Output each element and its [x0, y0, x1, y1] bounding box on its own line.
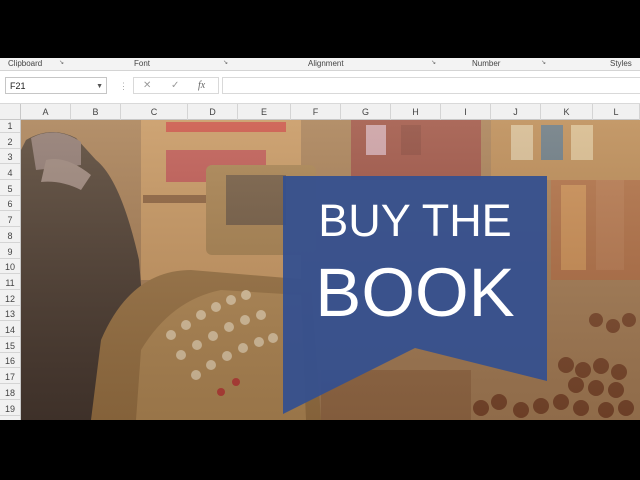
column-header-b[interactable]: B: [71, 104, 121, 120]
column-header-e[interactable]: E: [238, 104, 291, 120]
row-header[interactable]: 16: [0, 355, 20, 368]
row-header[interactable]: 12: [0, 293, 20, 306]
column-header-k[interactable]: K: [541, 104, 593, 120]
row-header[interactable]: 3: [0, 151, 20, 164]
chevron-down-icon[interactable]: ▼: [96, 78, 103, 95]
dialog-launcher-icon[interactable]: ↘: [58, 60, 65, 67]
row-header[interactable]: 7: [0, 214, 20, 227]
row-header[interactable]: 5: [0, 183, 20, 196]
column-header-l[interactable]: L: [593, 104, 640, 120]
column-headers: A B C D E F G H I J K L: [0, 103, 640, 120]
column-header-g[interactable]: G: [341, 104, 391, 120]
column-header-i[interactable]: I: [441, 104, 491, 120]
inserted-picture[interactable]: BUY THE BOOK: [21, 120, 640, 420]
row-header[interactable]: 18: [0, 387, 20, 400]
ribbon-group-clipboard: Clipboard: [8, 59, 43, 68]
row-header[interactable]: 2: [0, 136, 20, 149]
row-header[interactable]: 4: [0, 167, 20, 180]
dialog-launcher-icon[interactable]: ↘: [222, 60, 229, 67]
dialog-launcher-icon[interactable]: ↘: [430, 60, 437, 67]
formula-bar: F21 ▼ ⋮ ✕ ✓ fx: [0, 71, 640, 101]
dialog-launcher-icon[interactable]: ↘: [540, 60, 547, 67]
row-header[interactable]: 19: [0, 403, 20, 416]
row-header[interactable]: 11: [0, 277, 20, 290]
row-header[interactable]: 17: [0, 371, 20, 384]
insert-function-icon[interactable]: fx: [198, 78, 205, 93]
row-header[interactable]: 6: [0, 198, 20, 211]
name-box[interactable]: F21 ▼: [5, 77, 107, 94]
row-header[interactable]: 10: [0, 261, 20, 274]
column-header-h[interactable]: H: [391, 104, 441, 120]
formula-buttons: ✕ ✓ fx: [133, 77, 219, 94]
column-header-j[interactable]: J: [491, 104, 541, 120]
excel-window: Clipboard ↘ Font ↘ Alignment ↘ Number ↘ …: [0, 58, 640, 420]
ribbon-group-number: Number: [472, 59, 501, 68]
select-all-corner[interactable]: [0, 104, 21, 120]
ribbon-group-alignment: Alignment: [308, 59, 344, 68]
row-header[interactable]: 8: [0, 230, 20, 243]
row-header[interactable]: 13: [0, 308, 20, 321]
ribbon-group-styles: Styles: [610, 59, 632, 68]
banner-line-2: BOOK: [315, 254, 514, 331]
enter-icon[interactable]: ✓: [171, 78, 179, 93]
row-header[interactable]: 14: [0, 324, 20, 337]
column-header-a[interactable]: A: [21, 104, 71, 120]
row-header[interactable]: 15: [0, 340, 20, 353]
name-box-value: F21: [10, 81, 26, 91]
row-header[interactable]: 1: [0, 120, 20, 133]
column-header-c[interactable]: C: [121, 104, 188, 120]
formula-input[interactable]: [222, 77, 640, 94]
cancel-icon[interactable]: ✕: [143, 78, 151, 93]
column-header-d[interactable]: D: [188, 104, 238, 120]
buy-the-book-banner[interactable]: BUY THE BOOK: [283, 176, 547, 420]
column-header-f[interactable]: F: [291, 104, 341, 120]
row-header[interactable]: 9: [0, 246, 20, 259]
ribbon-group-bar: Clipboard ↘ Font ↘ Alignment ↘ Number ↘ …: [0, 58, 640, 71]
row-headers: 1 2 3 4 5 6 7 8 9 10 11 12 13 14 15 16 1…: [0, 120, 21, 420]
ribbon-group-font: Font: [134, 59, 151, 68]
banner-line-1: BUY THE: [318, 195, 511, 246]
drag-handle-icon[interactable]: ⋮: [119, 81, 128, 91]
